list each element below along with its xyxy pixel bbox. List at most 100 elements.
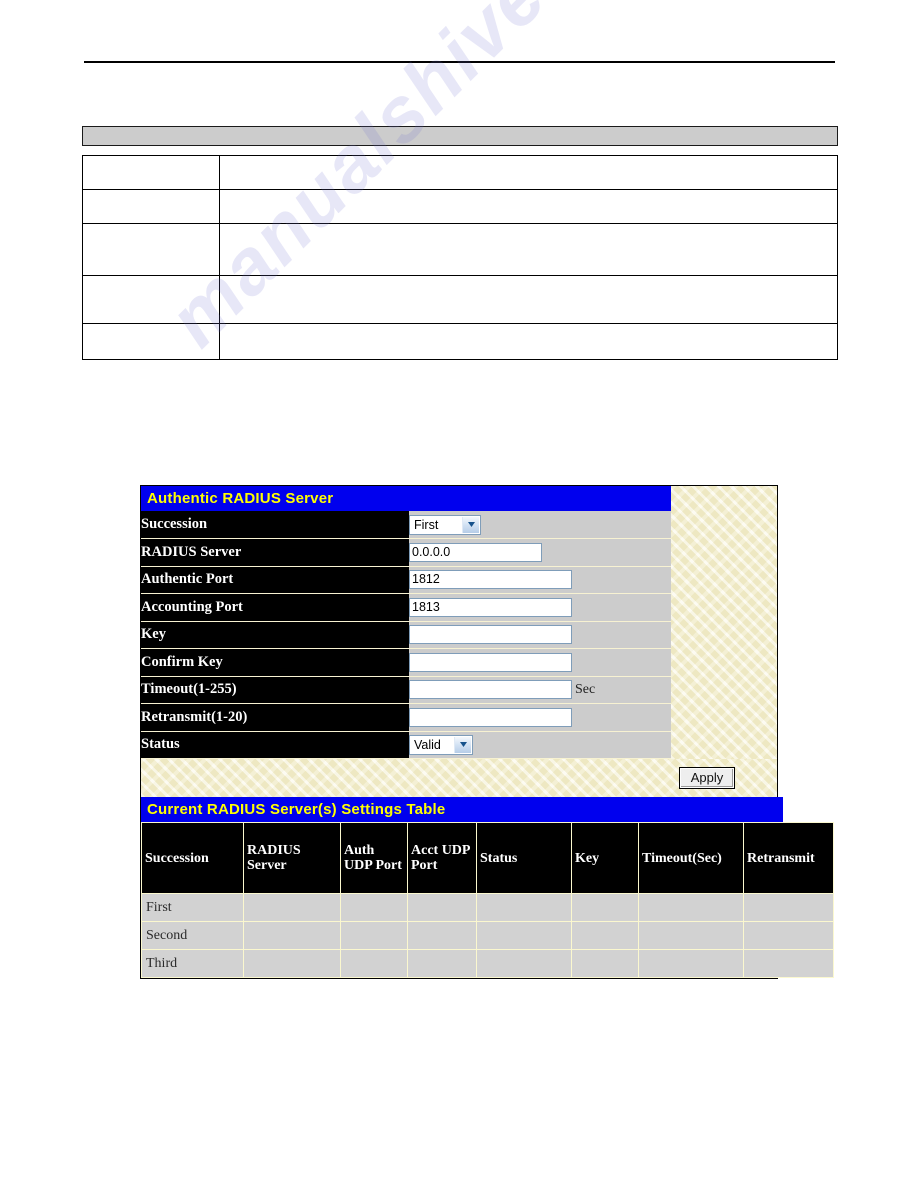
column-header-retransmit: Retransmit (743, 822, 834, 894)
label-status: Status (141, 731, 409, 759)
succession-select[interactable]: First (409, 514, 481, 535)
table-row (82, 155, 838, 190)
column-header-auth-udp-port: Auth UDP Port (340, 822, 408, 894)
table-row (82, 223, 838, 276)
confirm-key-input[interactable] (409, 652, 572, 672)
radius-config-screenshot: Authentic RADIUS Server Succession First (140, 485, 834, 979)
apply-button[interactable]: Apply (679, 767, 735, 789)
table-row: Second (141, 921, 834, 950)
parameter-table-heading-bar (82, 126, 838, 146)
description-cell (219, 323, 838, 360)
field-status: Valid (409, 731, 671, 759)
table-row (82, 189, 838, 224)
form-row-retransmit: Retransmit(1-20) (141, 703, 671, 732)
apply-button-row: Apply (141, 759, 777, 797)
panel-title-current-radius-settings: Current RADIUS Server(s) Settings Table (141, 797, 783, 822)
cell-radius-server (243, 949, 341, 978)
parameter-cell (82, 223, 220, 276)
authentic-port-input[interactable]: 1812 (409, 570, 572, 590)
label-succession: Succession (141, 511, 409, 539)
cell-timeout-sec (638, 893, 744, 922)
timeout-input[interactable] (409, 680, 572, 700)
field-retransmit (409, 703, 671, 732)
cell-radius-server (243, 921, 341, 950)
field-succession: First (409, 511, 671, 539)
column-header-succession: Succession (141, 822, 244, 894)
cell-succession: Second (141, 921, 244, 950)
field-timeout: Sec (409, 676, 671, 704)
table-row (82, 323, 838, 360)
cell-retransmit (743, 893, 834, 922)
label-retransmit: Retransmit(1-20) (141, 703, 409, 732)
field-authentic-port: 1812 (409, 566, 671, 594)
form-row-status: Status Valid (141, 731, 671, 759)
parameter-table-grid (82, 155, 838, 360)
chevron-down-icon[interactable] (454, 736, 471, 753)
timeout-unit-label: Sec (575, 681, 596, 697)
succession-select-value: First (414, 517, 439, 532)
radius-form-table: Succession First RADIUS Server 0.0.0.0 A… (141, 511, 671, 759)
cell-acct-udp-port (407, 921, 477, 950)
cell-retransmit (743, 921, 834, 950)
field-radius-server: 0.0.0.0 (409, 538, 671, 567)
parameter-description-table (82, 126, 838, 360)
cell-timeout-sec (638, 949, 744, 978)
panel-background-filler (671, 486, 777, 759)
cell-key (571, 921, 639, 950)
status-select[interactable]: Valid (409, 734, 473, 755)
label-confirm-key: Confirm Key (141, 648, 409, 677)
current-radius-settings-table: Succession RADIUS Server Auth UDP Port A… (141, 822, 834, 978)
column-header-timeout-sec: Timeout(Sec) (638, 822, 744, 894)
form-row-key: Key (141, 621, 671, 649)
key-input[interactable] (409, 625, 572, 645)
label-radius-server: RADIUS Server (141, 538, 409, 567)
accounting-port-input[interactable]: 1813 (409, 597, 572, 617)
field-confirm-key (409, 648, 671, 677)
description-cell (219, 189, 838, 224)
form-row-accounting-port: Accounting Port 1813 (141, 593, 671, 622)
parameter-cell (82, 189, 220, 224)
field-accounting-port: 1813 (409, 593, 671, 622)
cell-key (571, 949, 639, 978)
form-row-radius-server: RADIUS Server 0.0.0.0 (141, 538, 671, 567)
field-key (409, 621, 671, 649)
cell-succession: First (141, 893, 244, 922)
cell-key (571, 893, 639, 922)
parameter-cell (82, 275, 220, 324)
cell-succession: Third (141, 949, 244, 978)
description-cell (219, 155, 838, 190)
cell-auth-udp-port (340, 921, 408, 950)
chevron-down-icon[interactable] (462, 516, 479, 533)
label-timeout: Timeout(1-255) (141, 676, 409, 704)
form-row-timeout: Timeout(1-255) Sec (141, 676, 671, 704)
label-authentic-port: Authentic Port (141, 566, 409, 594)
retransmit-input[interactable] (409, 707, 572, 727)
cell-status (476, 893, 572, 922)
cell-retransmit (743, 949, 834, 978)
column-header-radius-server: RADIUS Server (243, 822, 341, 894)
label-accounting-port: Accounting Port (141, 593, 409, 622)
table-header-row: Succession RADIUS Server Auth UDP Port A… (141, 822, 834, 894)
cell-acct-udp-port (407, 893, 477, 922)
table-row (82, 275, 838, 324)
column-header-key: Key (571, 822, 639, 894)
cell-acct-udp-port (407, 949, 477, 978)
radius-server-input[interactable]: 0.0.0.0 (409, 542, 542, 562)
form-row-confirm-key: Confirm Key (141, 648, 671, 677)
form-row-succession: Succession First (141, 511, 671, 539)
table-row: Third (141, 949, 834, 978)
column-header-status: Status (476, 822, 572, 894)
cell-radius-server (243, 893, 341, 922)
form-row-authentic-port: Authentic Port 1812 (141, 566, 671, 594)
description-cell (219, 275, 838, 324)
cell-auth-udp-port (340, 949, 408, 978)
parameter-cell (82, 155, 220, 190)
parameter-cell (82, 323, 220, 360)
label-key: Key (141, 621, 409, 649)
cell-timeout-sec (638, 921, 744, 950)
cell-status (476, 949, 572, 978)
cell-auth-udp-port (340, 893, 408, 922)
status-select-value: Valid (414, 737, 441, 752)
panel-title-authentic-radius-server: Authentic RADIUS Server (141, 486, 677, 511)
column-header-acct-udp-port: Acct UDP Port (407, 822, 477, 894)
